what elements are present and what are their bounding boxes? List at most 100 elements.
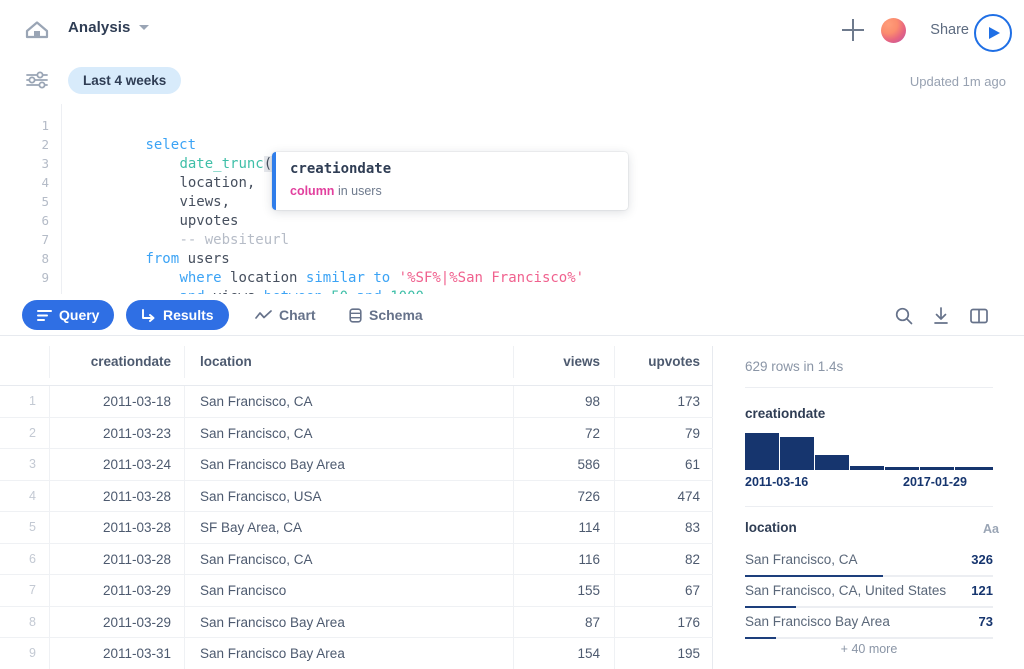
header-index bbox=[0, 346, 48, 378]
date-range-filter[interactable]: Last 4 weeks bbox=[68, 67, 182, 94]
search-icon[interactable] bbox=[894, 306, 914, 326]
line-number-gutter: 1 2 3 4 5 6 7 8 9 bbox=[0, 104, 62, 294]
cell-views: 586 bbox=[513, 449, 613, 481]
table-row[interactable]: 2 2011-03-23 San Francisco, CA 72 79 bbox=[0, 417, 713, 449]
autocomplete-kind: column bbox=[290, 184, 335, 198]
tab-schema[interactable]: Schema bbox=[334, 300, 438, 330]
analysis-title-menu[interactable]: Analysis bbox=[68, 19, 149, 36]
line-number: 6 bbox=[41, 213, 49, 228]
code-line-4: views, bbox=[112, 174, 230, 210]
cell-views: 87 bbox=[513, 606, 613, 638]
cell-creationdate: 2011-03-18 bbox=[49, 386, 183, 418]
line-number: 9 bbox=[41, 270, 49, 285]
show-more-locations[interactable]: + 40 more bbox=[745, 642, 993, 656]
add-button[interactable] bbox=[842, 19, 864, 41]
table-row[interactable]: 8 2011-03-29 San Francisco Bay Area 87 1… bbox=[0, 606, 713, 638]
autocomplete-popup[interactable]: creationdate column in users bbox=[272, 152, 628, 210]
table-row[interactable]: 7 2011-03-29 San Francisco 155 67 bbox=[0, 575, 713, 607]
table-row[interactable]: 5 2011-03-28 SF Bay Area, CA 114 83 bbox=[0, 512, 713, 544]
cell-upvotes: 61 bbox=[614, 449, 713, 481]
code-line-5: upvotes bbox=[112, 193, 238, 229]
tab-results[interactable]: Results bbox=[126, 300, 229, 330]
download-icon[interactable] bbox=[931, 306, 951, 326]
home-icon[interactable] bbox=[22, 18, 52, 40]
split-view-icon[interactable] bbox=[969, 306, 989, 326]
line-number: 3 bbox=[41, 156, 49, 171]
header-upvotes[interactable]: upvotes bbox=[614, 346, 713, 378]
line-number: 1 bbox=[41, 118, 49, 133]
table-row[interactable]: 6 2011-03-28 San Francisco, CA 116 82 bbox=[0, 543, 713, 575]
histogram-bar bbox=[815, 455, 849, 470]
rows-info: 629 rows in 1.4s bbox=[745, 359, 844, 374]
row-index: 7 bbox=[29, 583, 36, 597]
location-stat-row[interactable]: San Francisco, CA, United States 121 bbox=[745, 581, 993, 612]
line-number: 2 bbox=[41, 137, 49, 152]
top-bar: Analysis Share bbox=[0, 0, 1024, 56]
histogram-bar bbox=[850, 465, 884, 470]
cell-upvotes: 82 bbox=[614, 543, 713, 575]
histogram-bar bbox=[920, 467, 954, 470]
cell-creationdate: 2011-03-23 bbox=[49, 417, 183, 449]
table-row[interactable]: 9 2011-03-31 San Francisco Bay Area 154 … bbox=[0, 638, 713, 669]
location-bar-track bbox=[745, 636, 993, 639]
tab-chart[interactable]: Chart bbox=[240, 300, 331, 330]
run-query-button[interactable] bbox=[974, 14, 1012, 52]
cell-location: San Francisco, CA bbox=[184, 417, 512, 449]
cell-location: SF Bay Area, CA bbox=[184, 512, 512, 544]
share-button[interactable]: Share bbox=[930, 22, 969, 38]
header-views[interactable]: views bbox=[513, 346, 613, 378]
location-label: San Francisco, CA bbox=[745, 552, 858, 567]
row-index: 3 bbox=[29, 457, 36, 471]
location-stat-row[interactable]: San Francisco Bay Area 73 bbox=[745, 612, 993, 643]
list-lines-icon bbox=[37, 309, 52, 322]
cell-upvotes: 176 bbox=[614, 606, 713, 638]
cell-creationdate: 2011-03-28 bbox=[49, 512, 183, 544]
cell-location: San Francisco Bay Area bbox=[184, 449, 512, 481]
code-line-1: select bbox=[78, 117, 196, 153]
autocomplete-item-name[interactable]: creationdate bbox=[290, 161, 391, 177]
header-location[interactable]: location bbox=[184, 346, 512, 378]
row-index: 4 bbox=[29, 488, 36, 503]
line-chart-icon bbox=[255, 309, 272, 322]
cell-location: San Francisco, USA bbox=[184, 480, 512, 512]
line-number: 5 bbox=[41, 194, 49, 209]
location-count: 121 bbox=[971, 583, 993, 598]
row-index: 6 bbox=[29, 551, 36, 566]
tab-results-label: Results bbox=[163, 307, 214, 323]
location-stat-row[interactable]: San Francisco, CA 326 bbox=[745, 550, 993, 581]
creationdate-histogram bbox=[745, 433, 993, 470]
stat-section-title-location: location bbox=[745, 520, 797, 535]
location-label: San Francisco Bay Area bbox=[745, 614, 890, 629]
table-row[interactable]: 1 2011-03-18 San Francisco, CA 98 173 bbox=[0, 386, 713, 418]
sliders-icon[interactable] bbox=[22, 68, 52, 92]
header-creationdate[interactable]: creationdate bbox=[49, 346, 183, 378]
stat-section-title-creationdate: creationdate bbox=[745, 406, 826, 421]
location-count: 326 bbox=[971, 552, 993, 567]
location-bar-fill bbox=[745, 574, 883, 577]
arrow-turn-icon bbox=[141, 308, 156, 322]
autocomplete-scope: in users bbox=[337, 184, 382, 198]
avatar[interactable] bbox=[881, 18, 906, 43]
histogram-max-label: 2017-01-29 bbox=[903, 475, 967, 489]
table-row[interactable]: 3 2011-03-24 San Francisco Bay Area 586 … bbox=[0, 449, 713, 481]
cell-location: San Francisco, CA bbox=[184, 543, 512, 575]
cell-location: San Francisco bbox=[184, 575, 512, 607]
table-row[interactable]: 4 2011-03-28 San Francisco, USA 726 474 bbox=[0, 480, 713, 512]
cell-views: 155 bbox=[513, 575, 613, 607]
filter-bar: Last 4 weeks Updated 1m ago bbox=[0, 56, 1024, 104]
row-index: 1 bbox=[29, 394, 36, 408]
cell-views: 98 bbox=[513, 386, 613, 418]
cell-views: 116 bbox=[513, 543, 613, 575]
code-line-7: from users bbox=[78, 231, 229, 267]
cell-creationdate: 2011-03-28 bbox=[49, 543, 183, 575]
tab-query[interactable]: Query bbox=[22, 300, 115, 330]
text-type-icon: Aa bbox=[983, 522, 999, 536]
location-bar-fill bbox=[745, 636, 776, 639]
results-table: creationdate location views upvotes 1 20… bbox=[0, 346, 713, 669]
analysis-app: Analysis Share Last 4 weeks Updated 1m a… bbox=[0, 0, 1024, 669]
database-icon bbox=[349, 307, 362, 323]
chevron-down-icon[interactable] bbox=[138, 25, 149, 30]
cell-views: 726 bbox=[513, 480, 613, 512]
divider bbox=[745, 506, 993, 507]
cell-views: 114 bbox=[513, 512, 613, 544]
